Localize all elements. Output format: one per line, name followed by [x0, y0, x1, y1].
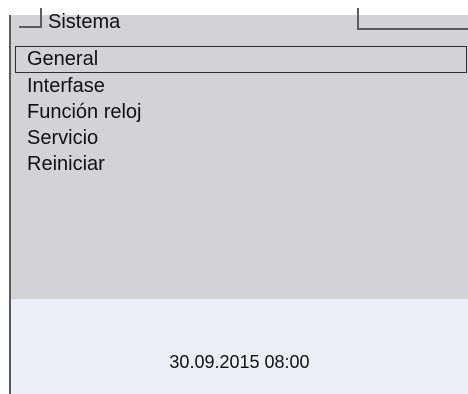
- menu-item-servicio[interactable]: Servicio: [15, 125, 467, 151]
- tab-frame-left-line: [19, 26, 41, 28]
- status-bar: 30.09.2015 08:00: [11, 299, 468, 394]
- tab-frame-right-line: [357, 28, 468, 30]
- tab-frame-left-edge: [40, 8, 42, 28]
- menu-item-general[interactable]: General: [15, 46, 467, 73]
- menu-item-funcion-reloj[interactable]: Función reloj: [15, 99, 467, 125]
- settings-menu: General Interfase Función reloj Servicio…: [15, 46, 467, 177]
- menu-item-interfase[interactable]: Interfase: [15, 73, 467, 99]
- tab-frame-right-edge: [357, 8, 359, 30]
- menu-item-reiniciar[interactable]: Reiniciar: [15, 151, 467, 177]
- datetime-display: 30.09.2015 08:00: [169, 352, 310, 372]
- page-title: Sistema: [48, 11, 121, 33]
